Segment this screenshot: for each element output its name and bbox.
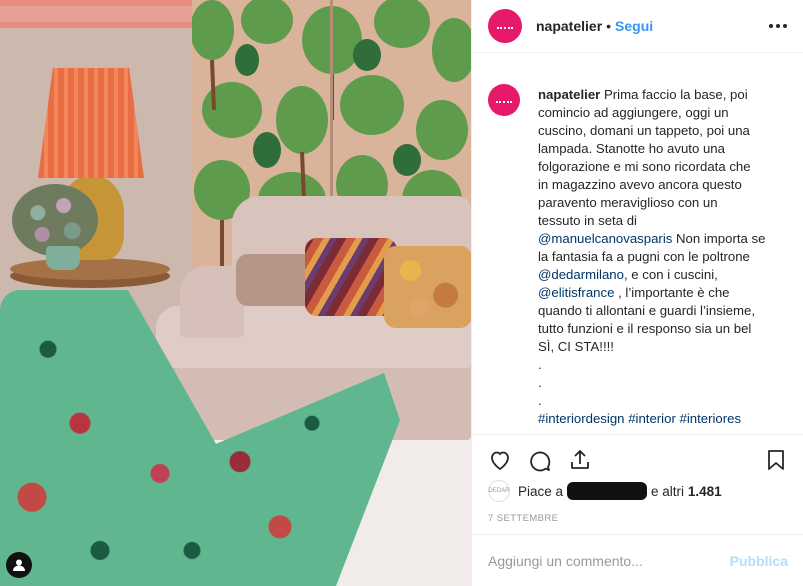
likes-row: DEDAR Piace a e altri 1.481 <box>488 480 722 502</box>
lamp-shade <box>38 68 144 178</box>
side-table-top <box>10 258 170 280</box>
caption-dot: . <box>538 393 542 408</box>
caption-line: la fantasia fa a pugni con le poltrone <box>538 249 750 264</box>
caption-line: SÌ, CI STA!!!! <box>538 339 614 354</box>
mention-link[interactable]: @elitisfrance <box>538 285 614 300</box>
caption-line: cuscino, domani un tappeto, poi una <box>538 123 750 138</box>
caption-dot: . <box>538 357 542 372</box>
caption-line: tessuto in seta di <box>538 213 637 228</box>
caption-username[interactable]: napatelier <box>538 87 600 102</box>
user-tag-icon[interactable] <box>6 552 32 578</box>
publish-button[interactable]: Pubblica <box>730 553 788 569</box>
likes-count[interactable]: 1.481 <box>688 484 722 499</box>
hashtag-link[interactable]: #interior <box>628 411 676 426</box>
heart-icon[interactable] <box>486 446 514 474</box>
hashtag-link[interactable]: #interiordesign <box>538 411 625 426</box>
pillow-floral <box>384 246 471 328</box>
caption-text: Non importa se <box>672 231 766 246</box>
caption-line: lampada. Stanotte ho avuto una <box>538 141 725 156</box>
share-icon[interactable] <box>566 446 594 474</box>
redacted-username <box>567 482 648 500</box>
caption-dot: . <box>538 375 542 390</box>
post-date[interactable]: 7 SETTEMBRE <box>488 513 558 524</box>
caption-line: quando ti allontani e guardi l’insieme, <box>538 303 756 318</box>
caption-line: in magazzino avevo ancora questo <box>538 177 742 192</box>
caption-line: folgorazione e mi sono ricordata che <box>538 159 751 174</box>
plant-pot <box>46 246 80 270</box>
action-bar <box>472 434 803 484</box>
caption: napatelier Prima faccio la base, poi com… <box>538 74 765 434</box>
avatar[interactable] <box>488 9 522 43</box>
caption-line: paravento meraviglioso con un <box>538 195 718 210</box>
sofa-arm <box>180 266 244 338</box>
more-icon[interactable] <box>769 24 787 28</box>
hashtag-link[interactable]: #interiores <box>680 411 742 426</box>
comments-section: napatelier Prima faccio la base, poi com… <box>488 74 794 434</box>
follow-button[interactable]: Segui <box>615 18 653 34</box>
wall-stripe-mid <box>0 6 192 22</box>
caption-avatar[interactable] <box>488 84 520 116</box>
mention-link[interactable]: @manuelcanovasparis <box>538 231 672 246</box>
caption-line: Prima faccio la base, poi <box>603 87 748 102</box>
caption-line: comincio ad aggiungere, oggi un <box>538 105 729 120</box>
header-username[interactable]: napatelier <box>536 18 602 34</box>
likes-prefix: Piace a <box>518 483 564 499</box>
comment-icon[interactable] <box>526 446 554 474</box>
post-header: napatelier • Segui <box>472 0 803 53</box>
caption-line: tutto funzioni e il responso sia un bel <box>538 321 752 336</box>
likes-suffix: e altri <box>651 483 685 499</box>
mention-link[interactable]: @dedarmilano <box>538 267 624 282</box>
separator-dot: • <box>606 18 612 34</box>
caption-text: , l’importante è che <box>614 285 730 300</box>
post-photo[interactable] <box>0 0 471 586</box>
comment-input[interactable] <box>488 552 730 569</box>
add-comment-bar: Pubblica <box>472 534 803 586</box>
post-panel: napatelier • Segui napatelier Prima facc… <box>471 0 803 586</box>
liker-avatar-text: DEDAR <box>488 488 510 494</box>
caption-text: , e con i cuscini, <box>623 267 718 282</box>
wall-stripe-low <box>0 22 192 28</box>
pillow-plain <box>236 254 316 306</box>
bookmark-icon[interactable] <box>762 446 790 474</box>
liker-avatar[interactable]: DEDAR <box>488 480 510 502</box>
